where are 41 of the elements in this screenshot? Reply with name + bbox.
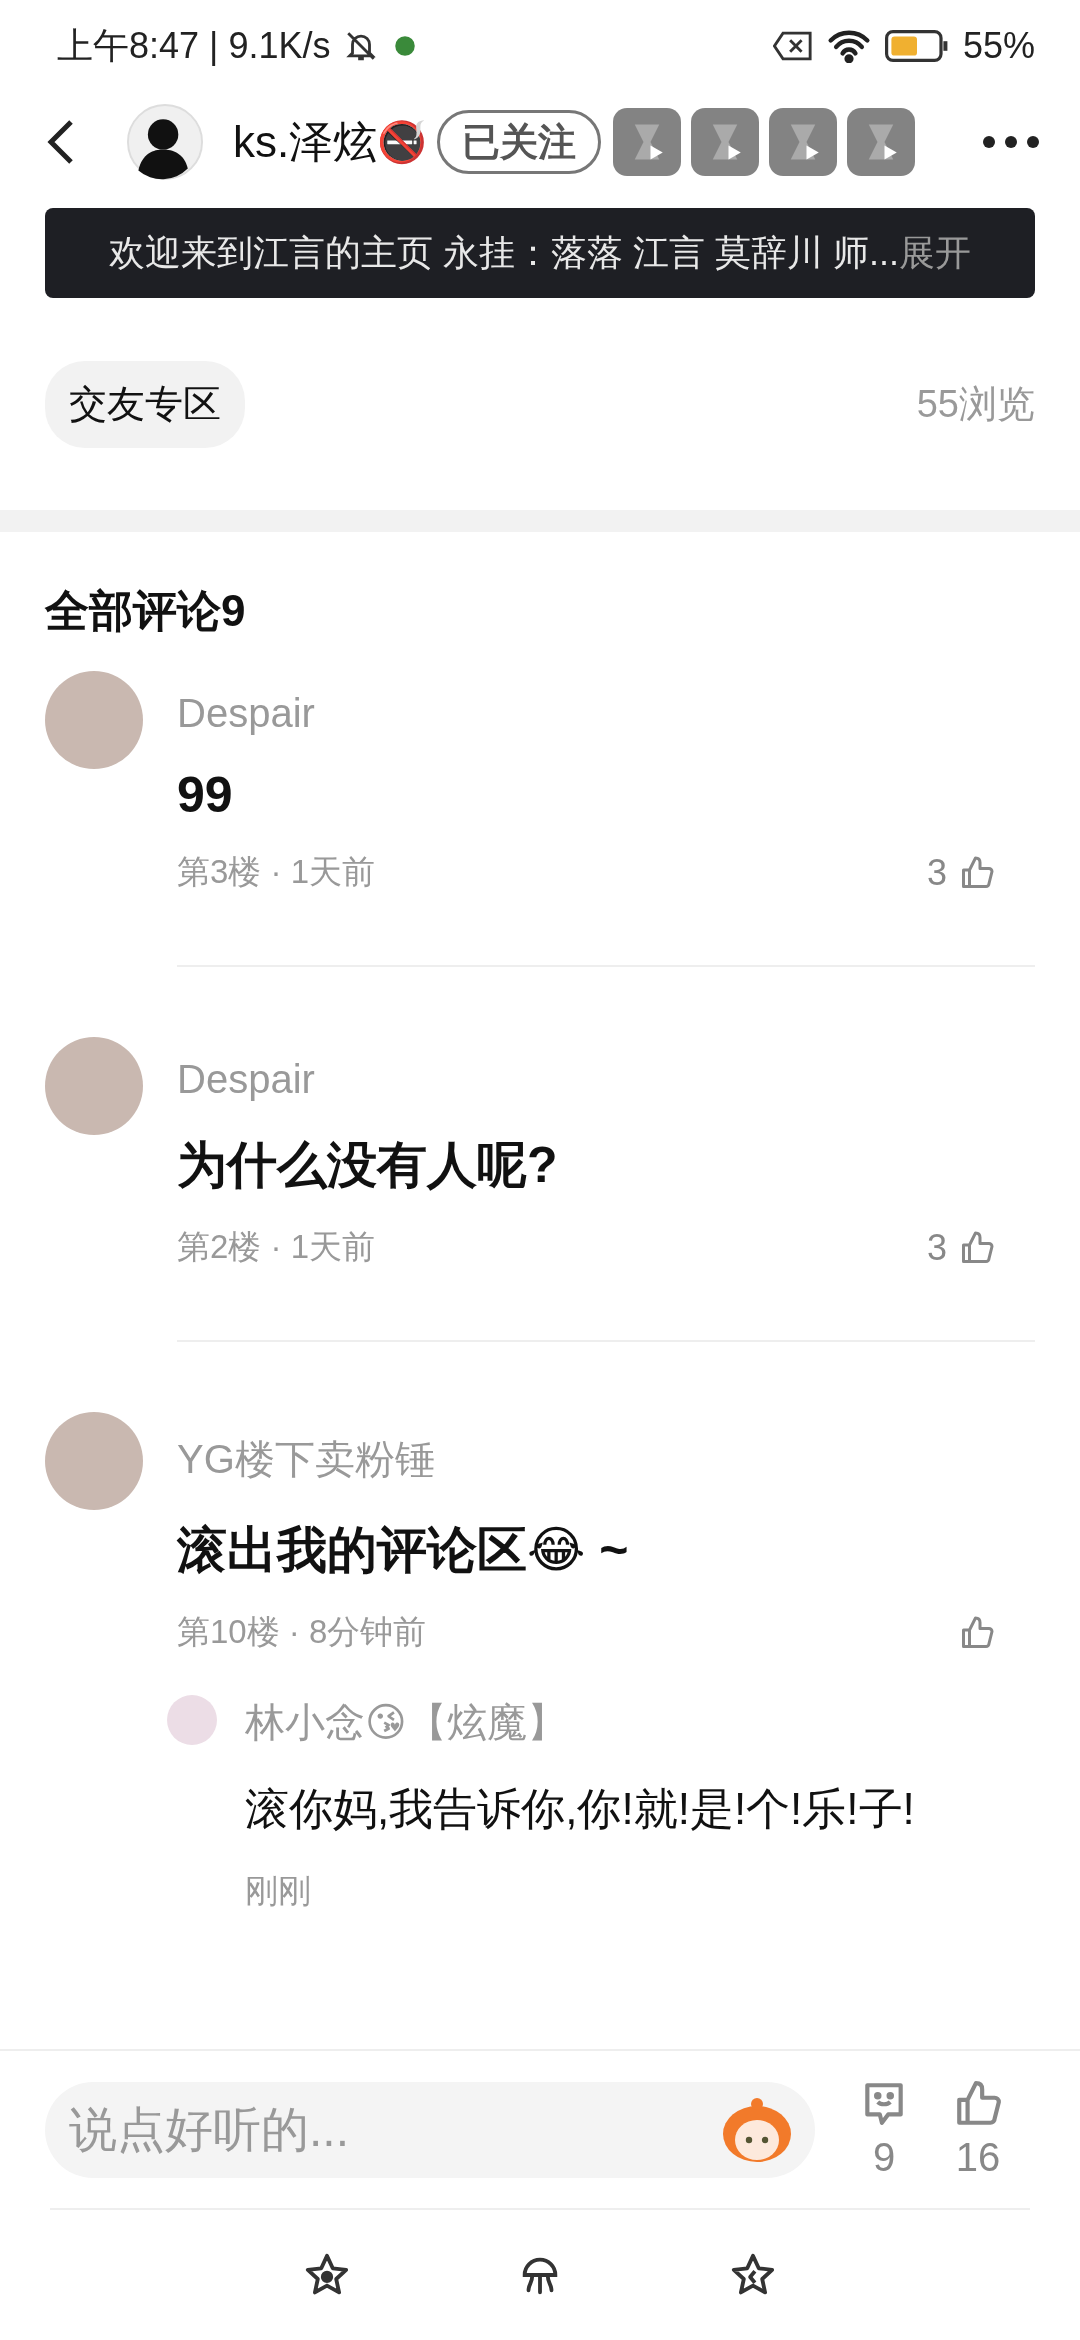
follow-button[interactable]: 已关注 <box>437 110 602 174</box>
like-button[interactable]: 3 <box>926 851 995 894</box>
like-count-button[interactable]: 16 <box>953 2079 1003 2180</box>
floor-time-text: 第2楼 · 1天前 <box>177 1227 376 1267</box>
avatar-silhouette[interactable] <box>127 104 203 180</box>
battery-percent: 55% <box>962 25 1035 67</box>
reply-time-text: 刚刚 <box>245 1871 312 1911</box>
thumbs-up-icon <box>959 1614 995 1651</box>
username[interactable]: ks.泽炫 <box>233 112 378 172</box>
floor-time-text: 第3楼 · 1天前 <box>177 852 376 892</box>
thumbs-up-icon <box>959 1229 995 1266</box>
status-time-speed: 上午8:47 | 9.1K/s <box>57 23 331 68</box>
battery-icon <box>884 30 949 62</box>
comment-input-field[interactable]: 说点好听的... <box>45 2081 815 2178</box>
expand-link[interactable]: 展开 <box>899 228 971 278</box>
floor-time-text: 第10楼 · 8分钟前 <box>177 1612 427 1652</box>
commenter-name[interactable]: Despair <box>177 691 1035 736</box>
video-tile[interactable] <box>769 108 838 176</box>
more-icon[interactable] <box>982 135 1040 149</box>
video-tile[interactable] <box>613 108 682 176</box>
sim-x-icon <box>772 30 813 62</box>
wifi-icon <box>826 29 871 63</box>
view-count: 55浏览 <box>916 381 1035 427</box>
commenter-name[interactable]: YG楼下卖粉锤 <box>177 1432 1035 1487</box>
comments-heading: 全部评论9 <box>44 585 247 637</box>
no-smoking-emoji: 🚭 <box>377 118 428 166</box>
topic-tag[interactable]: 交友专区 <box>45 360 245 448</box>
comment-text: 滚出我的评论区😂 ~ <box>177 1521 630 1580</box>
banner-text: 欢迎来到江言的主页 永挂：落落 江言 莫辞川 师... <box>109 230 899 275</box>
commenter-name[interactable]: Despair <box>177 1057 1035 1102</box>
like-button[interactable]: 3 <box>926 1226 995 1269</box>
replier-name[interactable]: 林小念😘【炫魔】 <box>245 1695 915 1750</box>
reply-text: 滚你妈,我告诉你,你!就!是!个!乐!子! <box>245 1783 915 1835</box>
comment-count-button[interactable]: 9 <box>859 2079 909 2180</box>
video-tile[interactable] <box>691 108 760 176</box>
comment-text: 99 <box>177 766 234 824</box>
video-tile[interactable] <box>847 108 916 176</box>
like-button[interactable] <box>959 1614 995 1651</box>
thumbs-up-icon <box>959 854 995 891</box>
back-icon[interactable] <box>45 118 75 166</box>
comment-text: 为什么没有人呢? <box>177 1136 559 1195</box>
